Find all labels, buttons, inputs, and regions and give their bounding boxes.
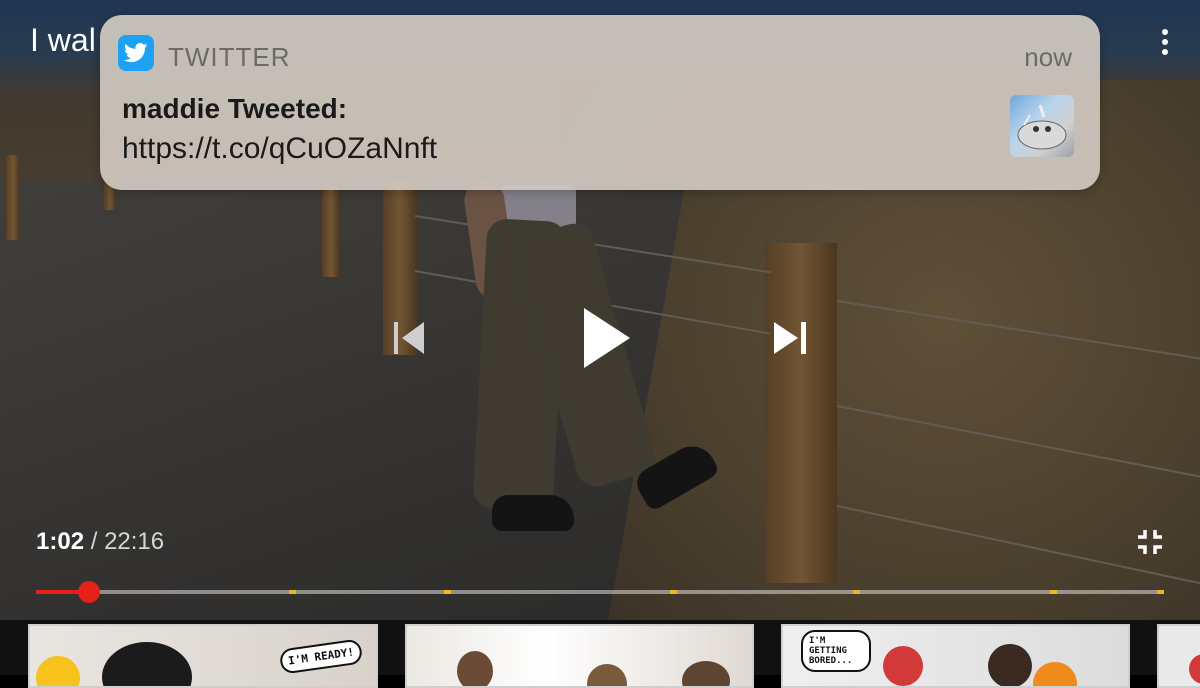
chapter-marker: [444, 590, 452, 594]
more-vert-icon: [1150, 29, 1180, 55]
notification-time: now: [1024, 42, 1072, 72]
chapter-marker: [1157, 590, 1164, 594]
time-readout: 1:02 / 22:16: [36, 528, 164, 556]
emoji-face-icon: [36, 656, 80, 686]
twitter-bird-icon: [118, 35, 154, 71]
notification-body: https://t.co/qCuOZaNnft: [122, 132, 438, 165]
speech-bubble: I'M GETTING BORED...: [801, 630, 871, 672]
thumbnail-person: [1189, 654, 1200, 684]
exit-fullscreen-button[interactable]: [1135, 527, 1165, 557]
notification-title: maddie Tweeted:: [122, 93, 348, 124]
chapter-marker: [669, 590, 677, 594]
suggested-video-thumbnail[interactable]: I'M READY!: [28, 624, 378, 688]
more-options-button[interactable]: [1150, 26, 1180, 62]
duration: 22:16: [104, 528, 165, 555]
thumbnail-person: [102, 642, 192, 686]
notification-attachment-thumbnail: [1010, 95, 1074, 157]
chapter-marker: [288, 590, 296, 594]
thumbnail-person: [988, 644, 1032, 686]
next-button[interactable]: [770, 318, 810, 358]
play-icon: [584, 308, 630, 368]
speech-bubble: I'M READY!: [278, 638, 364, 675]
seek-bar[interactable]: [36, 581, 1164, 603]
chapter-marker: [852, 590, 860, 594]
suggested-video-thumbnail[interactable]: [1157, 624, 1200, 688]
skip-next-icon: [774, 322, 806, 354]
suggested-video-thumbnail[interactable]: [405, 624, 754, 688]
notification-banner[interactable]: TWITTER now maddie Tweeted: https://t.co…: [100, 15, 1100, 190]
notification-app-name: TWITTER: [168, 42, 291, 72]
suggested-videos-strip: I'M READY! I'M GETTING BORED...: [0, 620, 1200, 688]
suggested-video-thumbnail[interactable]: I'M GETTING BORED...: [781, 624, 1130, 688]
thumbnail-person: [883, 646, 923, 686]
time-separator: /: [90, 528, 98, 555]
current-time: 1:02: [36, 528, 85, 555]
video-title: I wal: [30, 22, 96, 58]
thumbnail-person: [457, 651, 493, 686]
play-button[interactable]: [578, 306, 634, 370]
chapter-marker: [1050, 590, 1058, 594]
skip-previous-icon: [394, 322, 424, 354]
thumbnail-person: [587, 664, 627, 686]
exit-fullscreen-icon: [1138, 530, 1162, 554]
previous-button[interactable]: [390, 318, 430, 358]
seek-bar-thumb[interactable]: [77, 581, 100, 603]
emoji-face-icon: [1033, 662, 1077, 686]
